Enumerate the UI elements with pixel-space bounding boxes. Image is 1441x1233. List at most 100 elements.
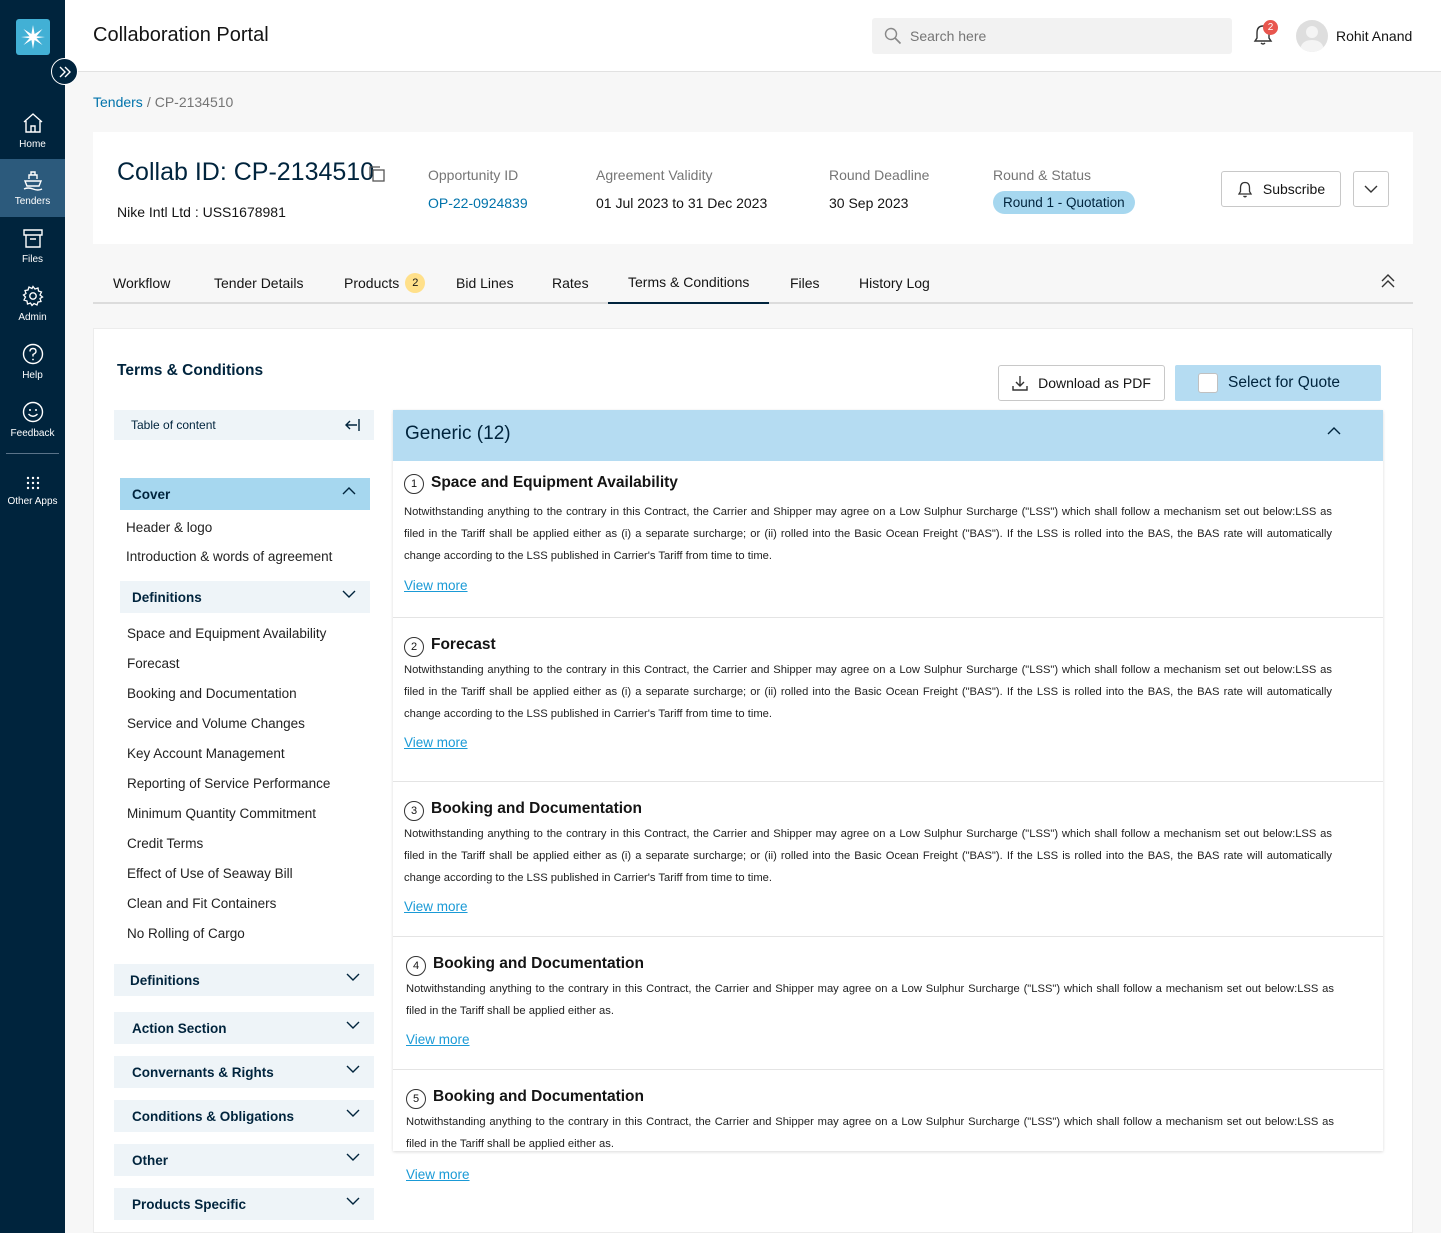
- toc-header-label: Table of content: [131, 418, 216, 432]
- toc-section-other[interactable]: Other: [114, 1144, 374, 1176]
- products-count-badge: 2: [405, 273, 426, 293]
- download-pdf-button[interactable]: Download as PDF: [998, 365, 1165, 401]
- round-status-label: Round & Status: [993, 167, 1092, 183]
- user-name[interactable]: Rohit Anand: [1336, 28, 1412, 44]
- avatar[interactable]: [1296, 20, 1328, 52]
- toc-item[interactable]: Reporting of Service Performance: [127, 776, 330, 791]
- clause-group-header[interactable]: Generic (12): [393, 410, 1383, 461]
- archive-icon: [22, 229, 43, 248]
- search-input[interactable]: [910, 18, 1220, 54]
- search-icon: [884, 27, 902, 45]
- toc-section-action[interactable]: Action Section: [114, 1012, 374, 1044]
- toc-item[interactable]: Space and Equipment Availability: [127, 626, 326, 641]
- view-more-link[interactable]: View more: [404, 578, 468, 593]
- expand-nav-icon[interactable]: [51, 58, 78, 85]
- nav-feedback-label: Feedback: [10, 428, 55, 439]
- more-actions-button[interactable]: [1353, 171, 1389, 207]
- clause-group-title: Generic (12): [405, 423, 511, 444]
- home-icon: [23, 113, 42, 133]
- clause-title: Space and Equipment Availability: [431, 474, 678, 491]
- top-header: Collaboration Portal 2 Rohit Anand: [65, 0, 1441, 72]
- tab-products[interactable]: Products 2: [324, 262, 445, 304]
- toc-item[interactable]: Forecast: [127, 656, 180, 671]
- collapse-summary-icon[interactable]: [1381, 274, 1395, 288]
- toc-header: Table of content: [114, 410, 374, 440]
- copy-icon[interactable]: [368, 165, 386, 183]
- chevron-down-icon: [346, 973, 360, 981]
- collapse-left-icon[interactable]: [344, 418, 360, 431]
- toc-section-products[interactable]: Products Specific: [114, 1188, 374, 1220]
- toc-item[interactable]: Introduction & words of agreement: [126, 549, 332, 564]
- clause-title: Forecast: [431, 636, 496, 653]
- toc-item[interactable]: Service and Volume Changes: [127, 716, 305, 731]
- toc-section-convernants[interactable]: Convernants & Rights: [114, 1056, 374, 1088]
- view-more-link[interactable]: View more: [406, 1032, 470, 1047]
- view-more-link[interactable]: View more: [404, 899, 468, 914]
- collab-id-title: Collab ID: CP-2134510: [117, 158, 375, 186]
- select-for-quote-checkbox[interactable]: [1198, 373, 1218, 393]
- toc-item[interactable]: Minimum Quantity Commitment: [127, 806, 316, 821]
- gear-icon: [21, 285, 44, 307]
- toc-item[interactable]: Key Account Management: [127, 746, 285, 761]
- toc-item[interactable]: Header & logo: [126, 520, 212, 535]
- search-box[interactable]: [872, 18, 1232, 54]
- subscribe-button[interactable]: Subscribe: [1221, 171, 1341, 207]
- tab-tender-details[interactable]: Tender Details: [194, 262, 324, 304]
- breadcrumb-current: CP-2134510: [154, 94, 234, 110]
- tab-files[interactable]: Files: [770, 262, 840, 304]
- app-title: Collaboration Portal: [93, 24, 269, 46]
- toc-item[interactable]: Booking and Documentation: [127, 686, 297, 701]
- opportunity-id-link[interactable]: OP-22-0924839: [428, 195, 528, 211]
- tab-bid-lines[interactable]: Bid Lines: [436, 262, 534, 304]
- nav-other-apps-label: Other Apps: [7, 496, 58, 507]
- opportunity-id-field: Opportunity ID OP-22-0924839: [428, 167, 528, 211]
- toc-item[interactable]: Effect of Use of Seaway Bill: [127, 866, 293, 881]
- round-deadline-label: Round Deadline: [829, 167, 930, 183]
- toc-item[interactable]: No Rolling of Cargo: [127, 926, 245, 941]
- tab-label: Rates: [552, 275, 589, 291]
- toc-section-cover[interactable]: Cover: [120, 478, 370, 510]
- toc-item[interactable]: Credit Terms: [127, 836, 203, 851]
- clause-number: 1: [404, 474, 424, 494]
- tab-history-log[interactable]: History Log: [839, 262, 950, 304]
- nav-tenders[interactable]: Tenders: [0, 159, 65, 217]
- clause-body: Notwithstanding anything to the contrary…: [406, 983, 1334, 1017]
- toc-section-definitions[interactable]: Definitions: [120, 581, 370, 613]
- tab-label: Products: [344, 275, 400, 291]
- toc-section-conditions[interactable]: Conditions & Obligations: [114, 1100, 374, 1132]
- bell-icon: [1237, 181, 1253, 197]
- agreement-validity-value: 01 Jul 2023 to 31 Dec 2023: [596, 195, 768, 211]
- tab-rates[interactable]: Rates: [532, 262, 609, 304]
- clause-number: 5: [406, 1089, 426, 1109]
- nav-help[interactable]: Help: [0, 333, 65, 391]
- view-more-link[interactable]: View more: [406, 1167, 470, 1182]
- nav-files[interactable]: Files: [0, 217, 65, 275]
- clauses-panel: Generic (12) 1 Space and Equipment Avail…: [393, 410, 1383, 1151]
- notifications-button[interactable]: 2: [1253, 20, 1278, 51]
- agreement-validity-label: Agreement Validity: [596, 167, 713, 183]
- brand-star-logo[interactable]: [16, 19, 50, 55]
- tab-terms-conditions[interactable]: Terms & Conditions: [608, 262, 770, 304]
- view-more-link[interactable]: View more: [404, 735, 468, 750]
- toc-section-label: Products Specific: [132, 1196, 247, 1212]
- download-pdf-label: Download as PDF: [1038, 375, 1151, 391]
- tab-workflow[interactable]: Workflow: [93, 262, 190, 304]
- tab-label: Bid Lines: [456, 275, 514, 291]
- select-for-quote-button[interactable]: Select for Quote: [1175, 365, 1381, 401]
- clause-item: 2 Forecast Notwithstanding anything to t…: [393, 618, 1383, 782]
- toc-section-definitions-2[interactable]: Definitions: [114, 964, 374, 996]
- toc-item[interactable]: Clean and Fit Containers: [127, 896, 276, 911]
- breadcrumb-tenders-link[interactable]: Tenders: [93, 94, 143, 110]
- chevron-down-icon: [342, 590, 356, 598]
- nav-tenders-label: Tenders: [14, 196, 51, 207]
- chevron-up-icon: [342, 487, 356, 495]
- round-deadline-value: 30 Sep 2023: [829, 195, 909, 211]
- nav-other-apps[interactable]: Other Apps: [0, 462, 65, 520]
- tab-label: Terms & Conditions: [628, 274, 750, 290]
- nav-feedback[interactable]: Feedback: [0, 391, 65, 449]
- subscribe-label: Subscribe: [1262, 181, 1326, 197]
- nav-admin[interactable]: Admin: [0, 275, 65, 333]
- nav-home[interactable]: Home: [0, 102, 65, 160]
- chevron-down-icon: [346, 1065, 360, 1073]
- help-icon: [22, 343, 43, 365]
